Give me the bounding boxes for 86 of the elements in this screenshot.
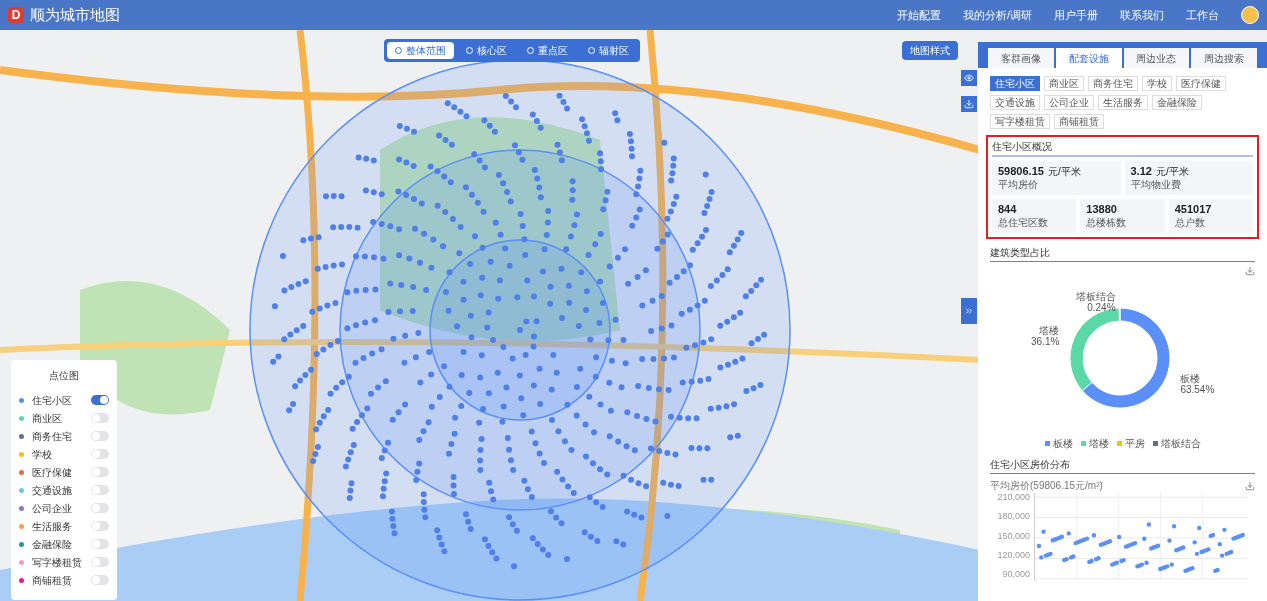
y-tick-label: 180,000 — [997, 512, 1030, 522]
slice-label: 塔板结合 0.24% — [1075, 291, 1116, 313]
stat-value: 451017 — [1174, 202, 1213, 217]
download-icon[interactable] — [1245, 266, 1255, 276]
legend-label: 公司企业 — [32, 501, 73, 516]
legend-label: 医疗保健 — [32, 465, 73, 480]
legend-label: 交通设施 — [32, 483, 73, 498]
toggle-switch[interactable] — [91, 521, 109, 531]
chart-title: 平均房价(59806.15元/m²) — [990, 479, 1103, 493]
range-tab[interactable]: 核心区 — [458, 42, 515, 59]
category-chip[interactable]: 写字楼租赁 — [990, 114, 1050, 129]
legend-label: 写字楼租赁 — [32, 555, 83, 570]
legend-label: 商铺租赁 — [32, 573, 73, 588]
legend-label: 金融保险 — [32, 537, 73, 552]
toggle-switch[interactable] — [91, 395, 109, 405]
panel-tab[interactable]: 周边搜索 — [1191, 48, 1257, 68]
category-chip[interactable]: 学校 — [1142, 76, 1172, 91]
stat-label: 总住宅区数 — [998, 216, 1049, 230]
category-chip[interactable]: 商铺租赁 — [1054, 114, 1104, 129]
legend-label: 平房 — [1124, 437, 1145, 451]
map-style-button[interactable]: 地图样式 — [902, 41, 958, 60]
nav-link[interactable]: 开始配置 — [896, 6, 941, 24]
stat-label: 平均物业费 — [1130, 178, 1182, 192]
stat-label: 总楼栋数 — [1086, 216, 1128, 230]
legend-label: 板楼 — [1052, 437, 1073, 451]
legend-swatch — [1044, 441, 1050, 446]
category-chip[interactable]: 生活服务 — [1098, 95, 1148, 110]
toggle-switch[interactable] — [91, 449, 109, 459]
download-icon[interactable] — [1245, 480, 1255, 491]
toggle-switch[interactable] — [91, 503, 109, 513]
y-tick-label: 150,000 — [997, 531, 1030, 541]
eye-icon[interactable] — [961, 70, 977, 86]
stat-value: 3.12 元/平米 — [1130, 164, 1190, 179]
category-chip[interactable]: 商务住宅 — [1088, 76, 1138, 91]
toggle-switch[interactable] — [91, 539, 109, 549]
nav-link[interactable]: 我的分析/调研 — [962, 6, 1032, 24]
stat-value: 59806.15 元/平米 — [998, 164, 1082, 179]
user-avatar[interactable] — [1241, 6, 1259, 24]
collapse-panel-icon[interactable] — [961, 298, 977, 324]
stat-value: 13880 — [1086, 202, 1118, 217]
toggle-switch[interactable] — [91, 413, 109, 423]
range-tab[interactable]: 整体范围 — [387, 42, 454, 59]
category-chip[interactable]: 医疗保健 — [1176, 76, 1226, 91]
toggle-switch[interactable] — [91, 575, 109, 585]
stat-label: 平均房价 — [998, 178, 1039, 192]
toggle-switch[interactable] — [91, 467, 109, 477]
legend-title: 点位图 — [49, 369, 79, 383]
legend-label: 生活服务 — [32, 519, 73, 534]
section-title: 住宅小区房价分布 — [990, 457, 1255, 474]
category-chip[interactable]: 公司企业 — [1044, 95, 1094, 110]
legend-label: 塔楼 — [1088, 437, 1109, 451]
panel-tab[interactable]: 客群画像 — [988, 48, 1054, 68]
toggle-switch[interactable] — [91, 431, 109, 441]
toggle-switch[interactable] — [91, 557, 109, 567]
nav-link[interactable]: 工作台 — [1186, 6, 1219, 24]
legend-swatch — [1080, 441, 1086, 446]
legend-label: 商业区 — [32, 411, 63, 426]
range-tab[interactable]: 辐射区 — [580, 42, 637, 59]
section-title: 建筑类型占比 — [990, 245, 1255, 262]
y-tick-label: 210,000 — [997, 493, 1030, 502]
slice-label: 塔楼 36.1% — [1031, 325, 1060, 348]
legend-label: 学校 — [32, 447, 53, 462]
legend-label: 商务住宅 — [32, 429, 73, 444]
y-tick-label: 90,000 — [1002, 570, 1030, 579]
toggle-switch[interactable] — [91, 485, 109, 495]
stat-value: 844 — [998, 202, 1018, 217]
y-tick-label: 120,000 — [997, 550, 1030, 560]
nav-link[interactable]: 联系我们 — [1120, 6, 1164, 24]
section-title: 住宅小区概况 — [992, 139, 1253, 157]
legend-label: 住宅小区 — [32, 393, 73, 408]
legend-swatch — [1152, 441, 1158, 446]
legend-swatch — [1116, 441, 1122, 446]
nav-link[interactable]: 用户手册 — [1054, 6, 1098, 24]
panel-tab[interactable]: 配套设施 — [1055, 48, 1122, 68]
category-chip[interactable]: 商业区 — [1044, 76, 1084, 91]
app-title: 顺为城市地图 — [30, 4, 120, 25]
panel-tab[interactable]: 周边业态 — [1123, 48, 1190, 68]
logo: D — [8, 7, 24, 23]
category-chip[interactable]: 交通设施 — [990, 95, 1040, 110]
slice-label: 板楼 63.54% — [1180, 373, 1215, 396]
legend-label: 塔板结合 — [1160, 437, 1201, 451]
category-chip[interactable]: 金融保险 — [1152, 95, 1202, 110]
stat-label: 总户数 — [1174, 216, 1206, 230]
category-chip[interactable]: 住宅小区 — [990, 76, 1040, 91]
download-icon[interactable] — [961, 96, 977, 112]
range-tab[interactable]: 重点区 — [519, 42, 576, 59]
